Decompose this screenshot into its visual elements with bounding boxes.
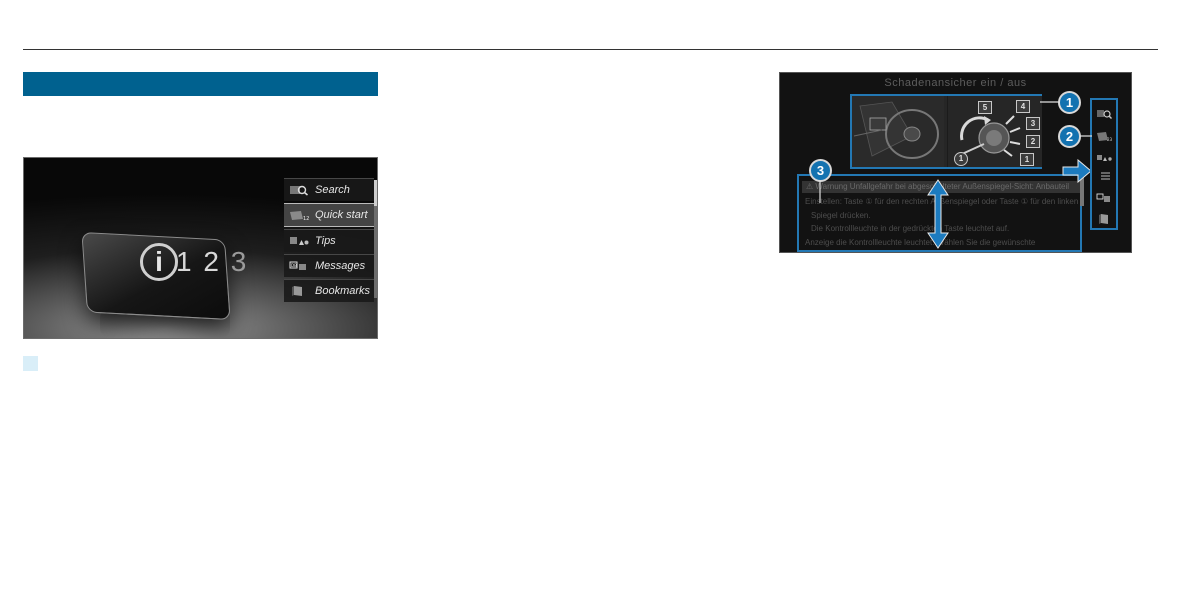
messages-icon[interactable] xyxy=(1096,192,1113,204)
menu-label: Messages xyxy=(315,260,366,272)
warning-icon: ⚠ xyxy=(806,182,816,191)
quick-start-icon: 123 xyxy=(288,209,310,222)
note-marker xyxy=(23,356,38,371)
callout-3: 3 xyxy=(809,159,832,182)
menu-item-bookmarks[interactable]: Bookmarks xyxy=(284,279,374,302)
illustration-area[interactable]: 5 4 3 2 1 1 xyxy=(850,94,1042,169)
menu-scroll-thumb[interactable] xyxy=(374,180,377,206)
card-digit-3: 3 xyxy=(230,246,249,277)
label-4: 4 xyxy=(1016,100,1030,113)
bookmark-icon[interactable] xyxy=(1096,213,1113,225)
tips-icon xyxy=(288,235,310,248)
menu-item-messages[interactable]: DB Messages xyxy=(284,254,374,277)
scroll-arrow-icon xyxy=(927,179,949,249)
info-icon: i xyxy=(140,243,178,281)
text-line: Die Kontrollleuchte in der gedrückten Ta… xyxy=(811,224,1010,233)
manual-menu: Search 123 Quick start Tips DB Messages … xyxy=(284,178,374,304)
menu-item-quick-start[interactable]: 123 Quick start xyxy=(284,203,374,227)
label-1-box: 1 xyxy=(1020,153,1034,166)
label-5: 5 xyxy=(978,101,992,114)
manual-content-screen: Schadenansicher ein / aus 5 4 3 2 1 1 ⚠ … xyxy=(779,72,1132,253)
top-divider xyxy=(23,49,1158,50)
tips-icon[interactable] xyxy=(1096,152,1113,164)
svg-text:23: 23 xyxy=(1107,137,1113,142)
callout-1-leader xyxy=(1040,101,1060,103)
callout-2-leader xyxy=(1080,135,1092,137)
card-digit-2: 2 xyxy=(203,246,221,277)
label-2: 2 xyxy=(1026,135,1040,148)
card-digit-1: 1 xyxy=(176,246,194,277)
callout-3-leader xyxy=(819,181,821,203)
menu-label: Tips xyxy=(315,235,336,247)
menu-icon[interactable] xyxy=(1096,170,1113,182)
label-3: 3 xyxy=(1026,117,1040,130)
menu-item-search[interactable]: Search xyxy=(284,178,374,201)
svg-text:123: 123 xyxy=(303,216,309,221)
text-line: Spiegel drücken. xyxy=(811,211,871,220)
section-header-band xyxy=(23,72,378,96)
card-digits: 1 2 3 xyxy=(176,246,248,278)
right-arrow-icon xyxy=(1062,159,1092,183)
text-line: Anzeige die Kontrollleuchte leuchtet: Wä… xyxy=(805,238,1036,247)
steering-illustration xyxy=(852,96,944,167)
messages-icon: DB xyxy=(288,260,310,273)
callout-1: 1 xyxy=(1058,91,1081,114)
bookmark-icon xyxy=(288,285,310,298)
search-icon xyxy=(288,184,310,197)
quick-start-icon[interactable]: 23 xyxy=(1096,130,1113,142)
manual-start-screen: i 1 2 3 Search 123 Quick start Tips DB xyxy=(23,157,378,339)
menu-label: Bookmarks xyxy=(315,285,371,297)
menu-label: Quick start xyxy=(315,209,368,221)
menu-item-tips[interactable]: Tips xyxy=(284,229,374,252)
content-title: Schadenansicher ein / aus xyxy=(884,77,1027,89)
callout-2: 2 xyxy=(1058,125,1081,148)
side-menu-bar: 23 xyxy=(1090,98,1118,230)
svg-text:DB: DB xyxy=(291,263,297,268)
label-1-circle: 1 xyxy=(954,152,968,166)
search-icon[interactable] xyxy=(1096,108,1113,120)
menu-label: Search xyxy=(315,184,350,196)
